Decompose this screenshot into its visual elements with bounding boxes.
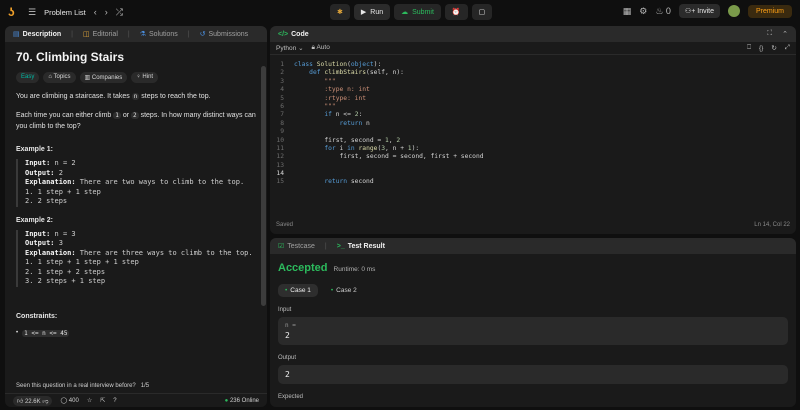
- expected-label: Expected: [278, 394, 304, 400]
- premium-button[interactable]: Premium: [747, 4, 792, 18]
- example-2-title: Example 2:: [16, 216, 53, 224]
- tab-solutions[interactable]: ⚗ Solutions: [139, 30, 178, 39]
- interview-question-prompt: Seen this question in a real interview b…: [16, 383, 150, 389]
- problem-statement-1: You are climbing a staircase. It takes n…: [16, 93, 211, 100]
- problem-list-icon[interactable]: ☰: [28, 7, 36, 18]
- auto-mode[interactable]: 🔒︎ Auto: [312, 44, 330, 52]
- status-badge: Accepted: [278, 262, 328, 274]
- bug-icon: ✱: [337, 9, 343, 16]
- notes-button[interactable]: ▢: [471, 4, 493, 20]
- tab-submissions[interactable]: ↺ Submissions: [199, 30, 249, 39]
- tab-test-result[interactable]: >_ Test Result: [337, 243, 385, 250]
- comments-button[interactable]: ◯ 400: [60, 397, 78, 404]
- thumbs-up-icon: 👍︎: [17, 398, 24, 405]
- leetcode-logo-icon[interactable]: ʖ: [8, 5, 20, 19]
- submit-button[interactable]: ☁ Submit: [394, 4, 441, 20]
- difficulty-badge: Easy: [16, 72, 40, 83]
- problem-tags: Easy ⌂ Topics ▥ Companies ♀ Hint: [16, 72, 256, 83]
- case-2-tab[interactable]: • Case 2: [324, 284, 364, 297]
- braces-icon[interactable]: {}: [759, 45, 763, 52]
- comment-icon: ◯: [60, 398, 68, 404]
- gear-icon[interactable]: ⚙: [639, 6, 647, 17]
- cursor-position: Ln 14, Col 22: [754, 222, 790, 228]
- next-problem-icon[interactable]: ›: [105, 7, 108, 17]
- shuffle-icon[interactable]: ⤮: [116, 7, 123, 18]
- runtime-label: Runtime: 0 ms: [333, 266, 376, 273]
- description-scrollbar[interactable]: [261, 66, 266, 306]
- save-status: Saved: [276, 222, 294, 228]
- reset-icon[interactable]: ↻: [771, 44, 776, 52]
- output-box: 2: [278, 365, 788, 384]
- input-label: Input: [278, 307, 292, 313]
- chevron-down-icon: ⌄: [298, 45, 304, 52]
- cloud-upload-icon: ☁: [401, 9, 409, 16]
- problem-list-link[interactable]: Problem List: [44, 8, 86, 17]
- tab-testcase[interactable]: ☑ Testcase: [278, 242, 315, 251]
- online-count: ● 236 Online: [224, 397, 259, 404]
- hint-tag[interactable]: ♀ Hint: [131, 72, 159, 83]
- input-box: n = 2: [278, 317, 788, 345]
- maximize-icon[interactable]: ⛶: [767, 30, 772, 38]
- checkbox-icon: ☑: [278, 243, 285, 250]
- star-icon[interactable]: ☆: [87, 397, 92, 404]
- tag-icon: ⌂: [48, 74, 52, 80]
- thumbs-down-icon: 👎︎: [42, 398, 49, 405]
- history-icon: ↺: [199, 31, 206, 38]
- page-title: 70. Climbing Stairs: [16, 50, 125, 64]
- constraint-item: • 1 <= n <= 45: [16, 329, 70, 337]
- example-1-block: Input: n = 2 Output: 2 Explanation: Ther…: [16, 159, 256, 207]
- code-editor[interactable]: 1 class Solution(object): 2 def climbStai…: [270, 55, 796, 187]
- output-label: Output: [278, 355, 297, 361]
- prev-problem-icon[interactable]: ‹: [94, 7, 97, 17]
- top-bar: ʖ ☰ Problem List ‹ › ⤮ ✱ ▶ Run ☁ Submit ⏰ …: [0, 0, 800, 24]
- collapse-icon[interactable]: ⌃: [782, 30, 788, 38]
- layout-icon[interactable]: ▦: [623, 6, 632, 17]
- lightbulb-icon: ♀: [136, 74, 141, 80]
- description-panel: ▤ Description | ◫ Editorial | ⚗ Solutions |…: [5, 26, 267, 407]
- flask-icon: ⚗: [139, 31, 146, 38]
- bookmark-icon[interactable]: ⎕: [747, 44, 751, 52]
- result-panel: ☑ Testcase | >_ Test Result Accepted Runti…: [270, 238, 796, 407]
- description-footer: 👍︎ 22.6K 👎︎ ◯ 400 ☆ ⇱ ? ● 236 Online: [5, 393, 267, 407]
- description-tabs: ▤ Description | ◫ Editorial | ⚗ Solutions |…: [5, 26, 267, 42]
- code-panel: </> Code ⛶ ⌃ Python ⌄ 🔒︎ Auto ⎕ {} ↻ ⤢ 1c…: [270, 26, 796, 234]
- play-icon: ▶: [360, 9, 367, 16]
- companies-tag[interactable]: ▥ Companies: [79, 72, 128, 83]
- example-1-title: Example 1:: [16, 146, 53, 153]
- invite-button[interactable]: ⚇+ Invite: [678, 4, 720, 18]
- alarm-icon: ⏰: [451, 9, 461, 16]
- case-1-tab[interactable]: • Case 1: [278, 284, 318, 297]
- problem-statement-2: Each time you can either climb 1 or 2 st…: [16, 112, 256, 130]
- fire-icon: ♨: [655, 5, 664, 16]
- run-button[interactable]: ▶ Run: [353, 4, 391, 20]
- tab-code[interactable]: </> Code: [278, 31, 309, 38]
- building-icon: ▥: [84, 75, 91, 81]
- debug-button[interactable]: ✱: [330, 4, 350, 20]
- lock-icon: 🔒︎: [311, 44, 315, 51]
- timer-button[interactable]: ⏰: [444, 4, 468, 20]
- share-icon[interactable]: ⇱: [100, 397, 105, 404]
- fullscreen-icon[interactable]: ⤢: [785, 44, 790, 52]
- tab-description[interactable]: ▤ Description: [13, 30, 61, 39]
- book-icon: ◫: [82, 31, 90, 38]
- avatar[interactable]: [727, 5, 740, 17]
- doc-icon: ▤: [13, 31, 20, 38]
- note-icon: ▢: [478, 9, 486, 16]
- help-icon[interactable]: ?: [113, 398, 116, 404]
- code-icon: </>: [278, 30, 289, 38]
- language-select[interactable]: Python ⌄: [276, 44, 304, 52]
- terminal-icon: >_: [336, 242, 345, 250]
- streak-counter[interactable]: ♨ 0: [655, 6, 671, 17]
- constraints-title: Constraints:: [16, 312, 58, 320]
- tab-editorial[interactable]: ◫ Editorial: [82, 30, 118, 39]
- example-2-block: Input: n = 3 Output: 3 Explanation: Ther…: [16, 229, 256, 287]
- add-user-icon: ⚇+: [684, 8, 696, 15]
- like-button[interactable]: 👍︎ 22.6K 👎︎: [13, 395, 53, 406]
- topics-tag[interactable]: ⌂ Topics: [43, 72, 76, 83]
